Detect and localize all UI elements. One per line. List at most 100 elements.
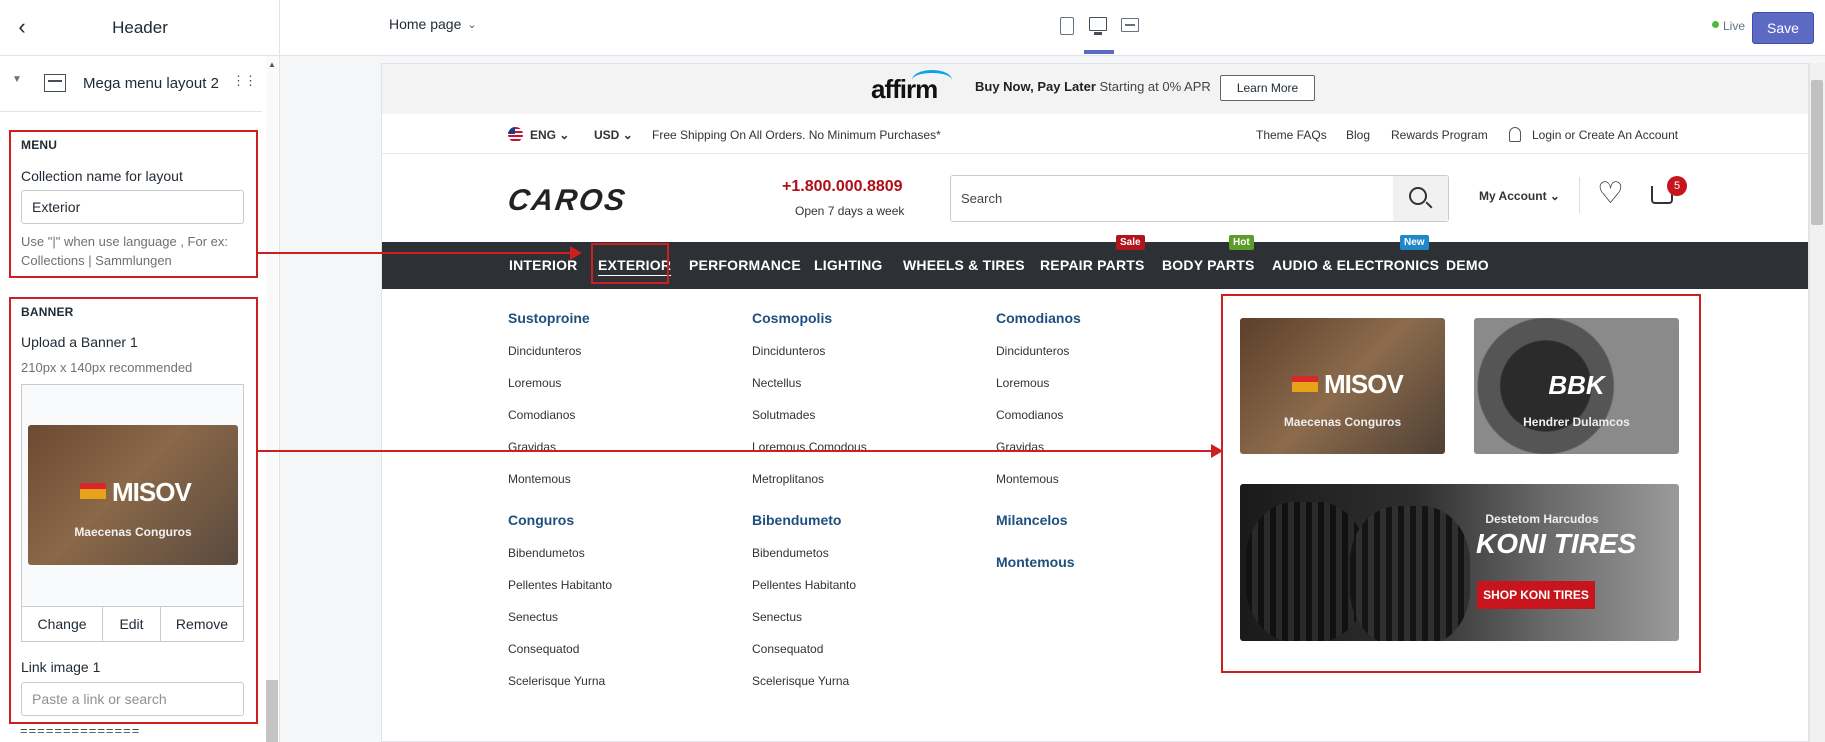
nav-performance[interactable]: PERFORMANCE bbox=[689, 242, 801, 289]
sale-badge: Sale bbox=[1116, 235, 1145, 250]
mega-link[interactable]: Dincidunteros bbox=[508, 344, 581, 358]
mega-heading[interactable]: Sustoproine bbox=[508, 310, 590, 326]
mega-link[interactable]: Dincidunteros bbox=[996, 344, 1069, 358]
login-link[interactable]: Login or Create An Account bbox=[1532, 128, 1678, 142]
nav-interior[interactable]: INTERIOR bbox=[509, 242, 578, 289]
mega-heading[interactable]: Montemous bbox=[996, 554, 1075, 570]
desktop-view-icon[interactable] bbox=[1089, 17, 1107, 31]
header-divider bbox=[1579, 177, 1580, 213]
mega-link[interactable]: Pellentes Habitanto bbox=[508, 578, 612, 592]
mobile-view-icon[interactable] bbox=[1060, 17, 1074, 35]
page-selector[interactable]: Home page ⌄ bbox=[389, 16, 477, 32]
upload-banner-label: Upload a Banner 1 bbox=[21, 334, 138, 350]
mega-banner-koni[interactable]: Destetom Harcudos KONI TIRES SHOP KONI T… bbox=[1240, 484, 1679, 641]
mega-heading[interactable]: Bibendumeto bbox=[752, 512, 841, 528]
page-selector-label: Home page bbox=[389, 16, 462, 32]
mega-link[interactable]: Metroplitanos bbox=[752, 472, 824, 486]
blog-link[interactable]: Blog bbox=[1346, 128, 1370, 142]
collection-name-input[interactable]: Exterior bbox=[21, 190, 244, 224]
upload-banner-help: 210px x 140px recommended bbox=[21, 360, 193, 375]
mega-link[interactable]: Nectellus bbox=[752, 376, 801, 390]
search-button[interactable] bbox=[1393, 176, 1448, 221]
mega-link[interactable]: Loremous bbox=[508, 376, 561, 390]
layout-block-row[interactable]: ▼ Mega menu layout 2 ⋮⋮ bbox=[0, 56, 262, 112]
banner-brand: KONI TIRES bbox=[1476, 528, 1637, 559]
mega-link[interactable]: Comodianos bbox=[996, 408, 1063, 422]
exterior-highlight-box bbox=[591, 243, 669, 284]
search-placeholder: Search bbox=[961, 191, 1003, 206]
mega-link[interactable]: Pellentes Habitanto bbox=[752, 578, 856, 592]
search-icon-handle bbox=[1425, 201, 1433, 209]
store-preview: affirm Buy Now, Pay Later Starting at 0%… bbox=[381, 63, 1809, 742]
save-button[interactable]: Save bbox=[1752, 12, 1814, 44]
tire-graphic bbox=[1350, 506, 1470, 641]
user-icon bbox=[1509, 127, 1521, 142]
mega-heading[interactable]: Cosmopolis bbox=[752, 310, 832, 326]
new-badge: New bbox=[1400, 235, 1429, 250]
theme-faqs-link[interactable]: Theme FAQs bbox=[1256, 128, 1327, 142]
chevron-down-icon: ⌄ bbox=[559, 128, 570, 142]
caret-down-icon[interactable]: ▼ bbox=[12, 74, 22, 85]
mega-heading[interactable]: Milancelos bbox=[996, 512, 1068, 528]
my-account-dropdown[interactable]: My Account ⌄ bbox=[1479, 189, 1560, 203]
live-label: Live bbox=[1723, 19, 1746, 33]
mega-banner-bbk[interactable]: BBK Hendrer Dulamcos bbox=[1474, 318, 1679, 454]
mega-link[interactable]: Consequatod bbox=[752, 642, 823, 656]
banner-caption: Maecenas Conguros bbox=[1283, 415, 1402, 429]
layout-icon bbox=[44, 74, 66, 92]
language-selector[interactable]: ENG ⌄ bbox=[530, 128, 569, 142]
rewards-link[interactable]: Rewards Program bbox=[1391, 128, 1488, 142]
preview-scroll-thumb[interactable] bbox=[1811, 80, 1823, 225]
mega-link[interactable]: Montemous bbox=[996, 472, 1059, 486]
change-button[interactable]: Change bbox=[21, 606, 103, 642]
mega-link[interactable]: Senectus bbox=[508, 610, 558, 624]
mega-menu: Sustoproine Dincidunteros Loremous Comod… bbox=[382, 289, 1808, 741]
back-arrow-icon[interactable]: ‹ bbox=[10, 16, 34, 40]
mega-heading[interactable]: Conguros bbox=[508, 512, 574, 528]
caros-logo[interactable]: CAROS bbox=[506, 184, 629, 218]
banner-caption: Hendrer Dulamcos bbox=[1523, 415, 1630, 429]
phone-number: +1.800.000.8809 bbox=[782, 178, 903, 195]
mega-heading[interactable]: Comodianos bbox=[996, 310, 1081, 326]
wishlist-heart-icon[interactable]: ♡ bbox=[1597, 176, 1624, 211]
shop-koni-button[interactable]: SHOP KONI TIRES bbox=[1477, 581, 1595, 609]
learn-more-button[interactable]: Learn More bbox=[1220, 75, 1315, 101]
mega-link[interactable]: Montemous bbox=[508, 472, 571, 486]
layout-name: Mega menu layout 2 bbox=[83, 75, 219, 92]
mega-link[interactable]: Bibendumetos bbox=[508, 546, 585, 560]
mega-link[interactable]: Consequatod bbox=[508, 642, 579, 656]
promo-text: Buy Now, Pay Later Starting at 0% APR bbox=[975, 79, 1211, 94]
banner-section: BANNER Upload a Banner 1 210px x 140px r… bbox=[9, 297, 258, 724]
misov-logo-icon bbox=[1292, 376, 1318, 392]
currency-selector[interactable]: USD ⌄ bbox=[594, 128, 633, 142]
phone-hours: Open 7 days a week bbox=[795, 204, 905, 218]
remove-button[interactable]: Remove bbox=[160, 606, 244, 642]
mega-link[interactable]: Scelerisque Yurna bbox=[508, 674, 605, 688]
store-search-input[interactable]: Search bbox=[950, 175, 1449, 222]
collection-help-text: Use "|" when use language , For ex: Coll… bbox=[21, 234, 228, 268]
mega-link[interactable]: Senectus bbox=[752, 610, 802, 624]
divider-text: ============== bbox=[20, 723, 141, 738]
mega-banner-misov[interactable]: MISOV Maecenas Conguros bbox=[1240, 318, 1445, 454]
nav-lighting[interactable]: LIGHTING bbox=[814, 242, 882, 289]
sidebar-scrollbar[interactable] bbox=[266, 56, 278, 742]
mega-link[interactable]: Solutmades bbox=[752, 408, 815, 422]
banner-preview-box: MISOV Maecenas Conguros bbox=[21, 384, 244, 606]
mega-link[interactable]: Dincidunteros bbox=[752, 344, 825, 358]
thumbnail-brand: MISOV bbox=[112, 477, 192, 507]
drag-handle-icon[interactable]: ⋮⋮ bbox=[232, 73, 257, 89]
link-image-input[interactable]: Paste a link or search bbox=[21, 682, 244, 716]
mega-link[interactable]: Loremous bbox=[996, 376, 1049, 390]
edit-button[interactable]: Edit bbox=[102, 606, 161, 642]
live-status-dot bbox=[1712, 21, 1719, 28]
shipping-text: Free Shipping On All Orders. No Minimum … bbox=[652, 128, 941, 142]
nav-demo[interactable]: DEMO bbox=[1446, 242, 1489, 289]
sidebar-scroll-thumb[interactable] bbox=[266, 680, 278, 742]
nav-wheels-tires[interactable]: WHEELS & TIRES bbox=[903, 242, 1025, 289]
mega-link[interactable]: Scelerisque Yurna bbox=[752, 674, 849, 688]
mega-link[interactable]: Comodianos bbox=[508, 408, 575, 422]
scroll-up-icon[interactable]: ▲ bbox=[268, 60, 276, 69]
hot-badge: Hot bbox=[1229, 235, 1254, 250]
banner-thumbnail[interactable]: MISOV Maecenas Conguros bbox=[28, 425, 238, 565]
mega-link[interactable]: Bibendumetos bbox=[752, 546, 829, 560]
